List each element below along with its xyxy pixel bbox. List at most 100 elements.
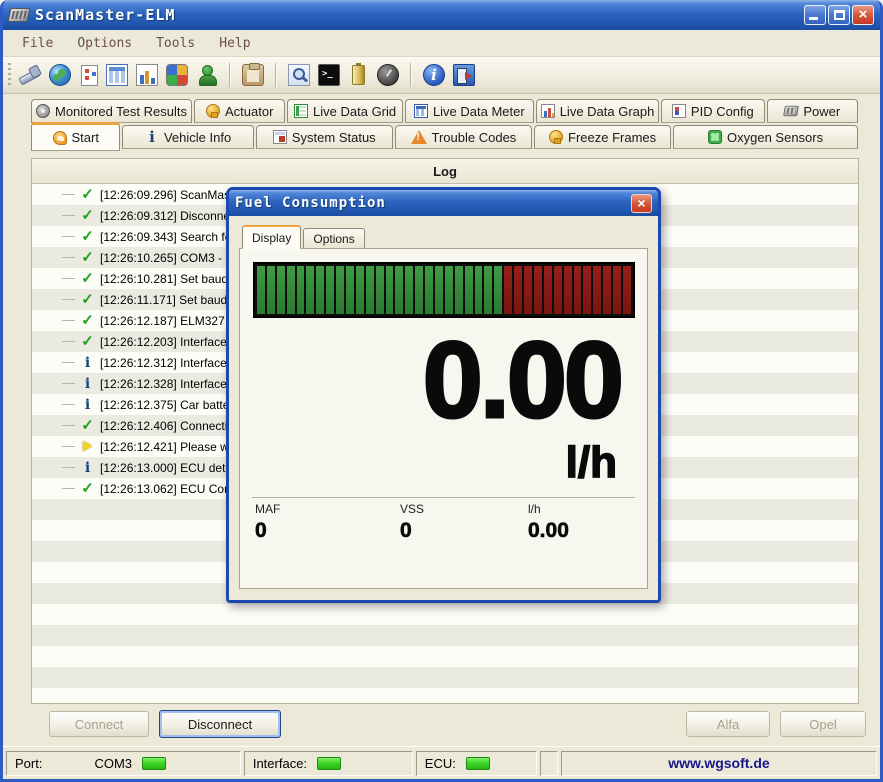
tab-label: Monitored Test Results [54, 103, 187, 119]
close-button[interactable]: × [852, 5, 874, 25]
toolbar-separator [410, 63, 412, 87]
tab-vehicle-info[interactable]: Vehicle Info [122, 125, 254, 149]
user-icon[interactable] [196, 64, 218, 86]
maximize-icon [834, 10, 845, 20]
log-entry-text: [12:26:11.171] Set baudr. [100, 292, 234, 307]
tab-monitored-test-results[interactable]: Monitored Test Results [31, 99, 192, 123]
pid-icon [671, 104, 686, 118]
fuel-value: 0.00 [421, 319, 625, 440]
gauge-segment-green [484, 266, 493, 314]
log-entry-text: [12:26:09.312] Disconnec [100, 208, 237, 223]
maximize-button[interactable] [828, 5, 850, 25]
dialog-close-button[interactable]: × [631, 193, 652, 213]
freeze-icon [549, 130, 563, 144]
oxygen-icon [708, 130, 723, 144]
website-link[interactable]: www.wgsoft.de [560, 750, 877, 776]
menu-item-tools[interactable]: Tools [145, 33, 206, 54]
gauge-segment-green [415, 266, 424, 314]
port-label: Port: [15, 755, 43, 771]
gauge-icon[interactable] [377, 64, 399, 86]
check-icon: ✓ [81, 333, 94, 350]
window-controls: × [804, 5, 874, 25]
check-icon: ✓ [81, 249, 94, 266]
toolbar-icons [19, 63, 475, 87]
status-port-panel: Port: COM3 [6, 750, 241, 776]
minimize-button[interactable] [804, 5, 826, 25]
tab-system-status[interactable]: System Status [255, 125, 393, 149]
gauge-segment-green [355, 266, 364, 314]
tab-label: Trouble Codes [431, 129, 517, 145]
connect-icon[interactable] [19, 64, 41, 86]
status-ecu-panel: ECU: [415, 750, 537, 776]
menu-item-file[interactable]: File [11, 33, 64, 54]
gauge-segment-green [435, 266, 443, 314]
title-bar: ScanMaster-ELM × [3, 0, 880, 30]
tree-connector [62, 425, 75, 426]
tree-connector [62, 341, 75, 342]
gauge-segment-red [613, 266, 621, 314]
tab-power[interactable]: Power [766, 99, 858, 123]
stat-vss: VSS 0 [400, 502, 528, 543]
tab-freeze-frames[interactable]: Freeze Frames [534, 125, 672, 149]
tab-oxygen-sensors[interactable]: Oxygen Sensors [673, 125, 858, 149]
gauge-segment-green [494, 266, 503, 314]
info-icon: i [84, 396, 91, 413]
tab-label: Live Data Graph [559, 103, 655, 119]
gauge-segment-green [326, 266, 335, 314]
menu-item-help[interactable]: Help [208, 33, 261, 54]
info-icon[interactable] [423, 64, 445, 86]
gauge-segment-red [603, 266, 612, 314]
gauge-segment-green [385, 266, 394, 314]
log-entry-text: [12:26:12.406] Connectio [100, 418, 235, 433]
gauge-segment-green [266, 266, 275, 314]
app-chip-icon [7, 8, 31, 22]
log-empty-row [32, 667, 858, 688]
terminal-icon[interactable] [318, 64, 340, 86]
gauge-segment-green [395, 266, 404, 314]
tab-live-data-grid[interactable]: Live Data Grid [287, 99, 403, 123]
battery-icon[interactable] [352, 63, 365, 85]
ecu-label: ECU: [424, 755, 456, 771]
tree-connector [62, 236, 75, 237]
tab-label: Actuator [224, 103, 274, 119]
globe-icon[interactable] [49, 64, 71, 86]
fuel-unit: l/h [565, 437, 618, 487]
tree-connector [62, 404, 75, 405]
log-entry-text: [12:26:12.312] Interface [100, 355, 227, 370]
tab-live-data-meter[interactable]: Live Data Meter [404, 99, 534, 123]
tab-trouble-codes[interactable]: Trouble Codes [394, 125, 532, 149]
document-icon[interactable] [81, 64, 98, 86]
stats-row: MAF 0 VSS 0 l/h 0.00 [240, 498, 647, 543]
gauge-segment-green [454, 266, 463, 314]
fuel-gauge [253, 262, 635, 318]
log-empty-row [32, 646, 858, 667]
gauge-segment-green [425, 266, 434, 314]
fuel-consumption-dialog: Fuel Consumption × Display Options 0.00 l… [226, 187, 661, 603]
toolbar-grip[interactable] [7, 63, 12, 87]
tab-pid-config[interactable]: PID Config [661, 99, 765, 123]
log-entry-text: [12:26:09.296] ScanMaste [100, 187, 241, 202]
log-entry-text: [12:26:12.421] Please wa [100, 439, 236, 454]
dialog-title-bar[interactable]: Fuel Consumption × [229, 190, 658, 216]
tab-actuator[interactable]: Actuator [193, 99, 286, 123]
log-entry-text: [12:26:10.281] Set baudr. [100, 271, 235, 286]
disconnect-button[interactable]: Disconnect [159, 710, 281, 738]
search-icon[interactable] [288, 64, 310, 86]
tab-start[interactable]: Start [31, 122, 121, 151]
gauge-segment-green [474, 266, 483, 314]
tab-live-data-graph[interactable]: Live Data Graph [535, 99, 660, 123]
opel-button[interactable]: Opel [780, 711, 866, 737]
check-icon: ✓ [81, 186, 94, 203]
clipboard-icon[interactable] [242, 63, 264, 86]
connect-button[interactable]: Connect [49, 711, 149, 737]
menu-item-options[interactable]: Options [66, 33, 143, 54]
grid-icon[interactable] [106, 64, 128, 86]
chart-icon[interactable] [136, 64, 158, 86]
tab-label: PID Config [690, 103, 754, 119]
dialog-tab-display[interactable]: Display [242, 225, 302, 249]
exit-icon[interactable] [453, 64, 475, 86]
dialog-tab-options[interactable]: Options [303, 228, 365, 249]
windows-icon[interactable] [166, 64, 188, 86]
alfa-button[interactable]: Alfa [686, 711, 770, 737]
gauge-segment-green [296, 266, 305, 314]
